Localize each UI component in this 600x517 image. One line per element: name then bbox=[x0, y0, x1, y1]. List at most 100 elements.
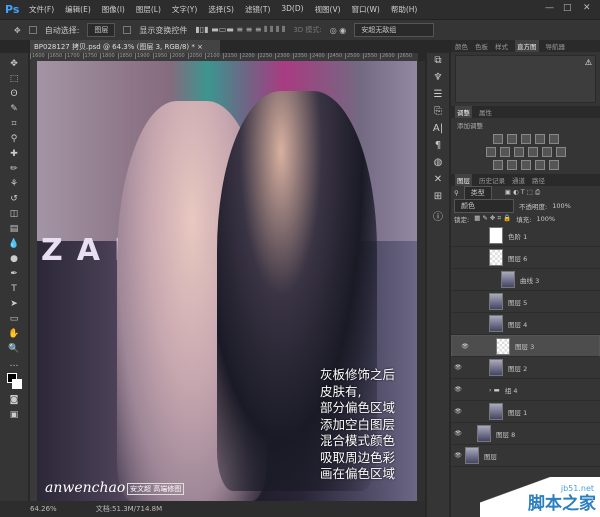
dodge-tool-icon[interactable]: ● bbox=[4, 252, 24, 266]
type-tool-icon[interactable]: T bbox=[4, 282, 24, 296]
threshold-icon[interactable] bbox=[520, 160, 531, 170]
posterize-icon[interactable] bbox=[506, 160, 517, 170]
selective-color-icon[interactable] bbox=[534, 160, 545, 170]
panel-tab[interactable]: 路径 bbox=[532, 175, 545, 185]
close-tab-icon[interactable]: × bbox=[197, 43, 203, 51]
panel-tab[interactable]: 通道 bbox=[512, 175, 525, 185]
panel-tab[interactable]: 历史记录 bbox=[479, 175, 505, 185]
brush-preset-icon[interactable]: ♆ bbox=[434, 72, 443, 83]
lasso-tool-icon[interactable]: ʘ bbox=[4, 87, 24, 101]
panel-tab[interactable]: 色板 bbox=[475, 41, 488, 51]
bw-icon[interactable] bbox=[513, 147, 524, 157]
filter-dropdown[interactable]: 类型 bbox=[463, 185, 492, 200]
blur-tool-icon[interactable]: 💧 bbox=[4, 237, 24, 251]
vibrance-icon[interactable] bbox=[548, 134, 559, 144]
layer-row[interactable]: 👁 图层 1 bbox=[451, 401, 600, 423]
layer-row[interactable]: 色阶 1 bbox=[451, 225, 600, 247]
workspace-dropdown[interactable]: 安超无敌组 bbox=[354, 23, 435, 37]
eraser-tool-icon[interactable]: ◫ bbox=[4, 207, 24, 221]
adjust-icon[interactable]: ☰ bbox=[434, 89, 443, 100]
pen-tool-icon[interactable]: ✒ bbox=[4, 267, 24, 281]
menu-item[interactable]: 选择(S) bbox=[208, 4, 234, 15]
edit-toolbar-icon[interactable]: … bbox=[4, 357, 24, 371]
layer-row[interactable]: 👁 图层 3 bbox=[451, 335, 600, 357]
paragraph-icon[interactable]: ¶ bbox=[435, 140, 441, 151]
screen-mode-icon[interactable]: ▣ bbox=[4, 408, 24, 422]
eyedropper-tool-icon[interactable]: ⚲ bbox=[4, 132, 24, 146]
color-swatches[interactable] bbox=[4, 372, 24, 392]
zoom-tool-icon[interactable]: 🔍 bbox=[4, 342, 24, 356]
eye-icon[interactable]: 👁 bbox=[451, 408, 465, 415]
layer-comps-icon[interactable]: ⊞ bbox=[434, 191, 442, 202]
maximize-button[interactable]: □ bbox=[563, 3, 572, 13]
info-icon[interactable]: ⓘ bbox=[433, 208, 443, 223]
blend-mode-dropdown[interactable]: 颜色 bbox=[454, 198, 514, 213]
stamp-tool-icon[interactable]: ⚘ bbox=[4, 177, 24, 191]
hue-icon[interactable] bbox=[485, 147, 496, 157]
layer-row[interactable]: 👁 图层 bbox=[451, 445, 600, 467]
photo-filter-icon[interactable] bbox=[527, 147, 538, 157]
menu-item[interactable]: 文字(Y) bbox=[172, 4, 197, 15]
invert-icon[interactable] bbox=[492, 160, 503, 170]
lock-icons[interactable]: ▦ ✎ ✥ ⌗ 🔒 bbox=[474, 214, 511, 223]
auto-select-checkbox[interactable] bbox=[28, 26, 37, 34]
eye-icon[interactable]: 👁 bbox=[451, 386, 465, 393]
panel-tab[interactable]: 样式 bbox=[495, 41, 508, 51]
menu-item[interactable]: 3D(D) bbox=[281, 4, 303, 15]
panel-tab[interactable]: 导航器 bbox=[546, 41, 566, 51]
menu-item[interactable]: 图层(L) bbox=[136, 4, 161, 15]
layer-row[interactable]: 👁 图层 2 bbox=[451, 357, 600, 379]
channel-mixer-icon[interactable] bbox=[541, 147, 552, 157]
auto-select-dropdown[interactable]: 图层 bbox=[87, 23, 116, 37]
panel-tab[interactable]: 颜色 bbox=[455, 41, 468, 51]
menu-item[interactable]: 帮助(H) bbox=[391, 4, 418, 15]
panel-tab[interactable]: 直方图 bbox=[515, 40, 539, 52]
brightness-icon[interactable] bbox=[492, 134, 503, 144]
panel-tab[interactable]: 属性 bbox=[479, 107, 492, 117]
eye-icon[interactable]: 👁 bbox=[458, 343, 472, 350]
shape-tool-icon[interactable]: ▭ bbox=[4, 312, 24, 326]
menu-item[interactable]: 滤镜(T) bbox=[245, 4, 270, 15]
clone-source-icon[interactable]: ⎘ bbox=[434, 106, 442, 117]
vertical-scrollbar[interactable] bbox=[417, 61, 425, 501]
character-icon[interactable]: A| bbox=[433, 123, 443, 134]
healing-tool-icon[interactable]: ✚ bbox=[4, 147, 24, 161]
quick-mask-icon[interactable]: ◙ bbox=[4, 393, 24, 407]
history-icon[interactable]: ⧉ bbox=[434, 55, 441, 66]
menu-item[interactable]: 图像(I) bbox=[102, 4, 125, 15]
brush-tool-icon[interactable]: ✏ bbox=[4, 162, 24, 176]
marquee-tool-icon[interactable]: ⬚ bbox=[4, 72, 24, 86]
layer-row[interactable]: 👁 › ▬ 组 4 bbox=[451, 379, 600, 401]
show-transform-checkbox[interactable] bbox=[123, 26, 132, 34]
color-lookup-icon[interactable] bbox=[555, 147, 566, 157]
3d-mode-icons[interactable]: ◎ ◉ bbox=[330, 26, 347, 35]
filter-icons[interactable]: ▣ ◐ T ⬚ ⎙ bbox=[505, 188, 540, 197]
layer-row[interactable]: 图层 4 bbox=[451, 313, 600, 335]
zoom-level[interactable]: 64.26% bbox=[30, 505, 57, 513]
eye-icon[interactable]: 👁 bbox=[451, 452, 465, 459]
layer-row[interactable]: 👁 图层 8 bbox=[451, 423, 600, 445]
quick-select-tool-icon[interactable]: ✎ bbox=[4, 102, 24, 116]
gradient-map-icon[interactable] bbox=[548, 160, 559, 170]
menu-item[interactable]: 视图(V) bbox=[315, 4, 341, 15]
move-tool-icon[interactable]: ✥ bbox=[4, 57, 24, 71]
opacity-value[interactable]: 100% bbox=[552, 202, 571, 210]
hand-tool-icon[interactable]: ✋ bbox=[4, 327, 24, 341]
curves-icon[interactable] bbox=[520, 134, 531, 144]
close-button[interactable]: ✕ bbox=[583, 3, 591, 13]
menu-item[interactable]: 窗口(W) bbox=[352, 4, 380, 15]
panel-tab[interactable]: 图层 bbox=[455, 174, 472, 186]
minimize-button[interactable]: — bbox=[545, 3, 554, 13]
menu-item[interactable]: 编辑(E) bbox=[65, 4, 91, 15]
3d-icon[interactable]: ◍ bbox=[434, 157, 443, 168]
crop-tool-icon[interactable]: ⌗ bbox=[4, 117, 24, 131]
fill-value[interactable]: 100% bbox=[536, 215, 555, 223]
menu-item[interactable]: 文件(F) bbox=[29, 4, 54, 15]
eye-icon[interactable]: 👁 bbox=[451, 364, 465, 371]
color-balance-icon[interactable] bbox=[499, 147, 510, 157]
levels-icon[interactable] bbox=[506, 134, 517, 144]
layer-row[interactable]: 图层 5 bbox=[451, 291, 600, 313]
history-brush-icon[interactable]: ↺ bbox=[4, 192, 24, 206]
layer-row[interactable]: 曲线 3 bbox=[451, 269, 600, 291]
path-select-icon[interactable]: ➤ bbox=[4, 297, 24, 311]
